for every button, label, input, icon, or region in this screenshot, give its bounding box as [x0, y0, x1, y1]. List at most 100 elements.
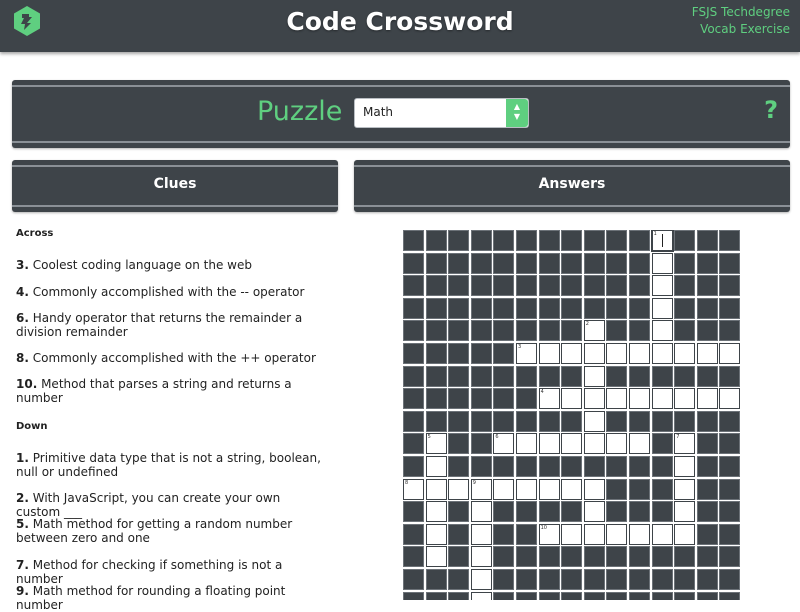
grid-cell-input[interactable]	[651, 388, 673, 410]
grid-cell-input[interactable]	[651, 320, 673, 342]
grid-cell-input[interactable]	[583, 365, 605, 387]
grid-cell-input[interactable]	[538, 343, 560, 364]
grid-cell-input[interactable]	[470, 546, 492, 568]
grid-cell-blocked	[561, 275, 583, 297]
grid-cell-input[interactable]	[425, 478, 447, 500]
grid-cell-input[interactable]	[583, 388, 605, 410]
grid-cell-input[interactable]: 7	[674, 433, 696, 455]
grid-cell-input[interactable]	[561, 388, 583, 410]
grid-cell-input[interactable]	[470, 501, 492, 523]
grid-cell-input[interactable]	[719, 343, 741, 364]
grid-cell-blocked	[696, 501, 718, 523]
grid-cell-input[interactable]	[606, 388, 628, 410]
grid-cell-blocked	[651, 365, 673, 387]
grid-cell-input[interactable]	[651, 297, 673, 319]
grid-cell-input[interactable]	[583, 343, 605, 364]
grid-cell-input[interactable]	[561, 523, 583, 545]
grid-cell-input[interactable]	[674, 456, 696, 477]
grid-cell-input[interactable]	[448, 478, 470, 500]
grid-cell-input[interactable]	[651, 523, 673, 545]
grid-cell-blocked	[629, 591, 650, 600]
grid-cell-input[interactable]: 8	[403, 478, 424, 500]
grid-cell-input[interactable]: 3	[516, 343, 537, 364]
tab-answers[interactable]: Answers	[354, 160, 790, 212]
grid-cell-input[interactable]	[696, 343, 718, 364]
grid-cell-input[interactable]	[561, 343, 583, 364]
grid-cell-blocked	[719, 478, 741, 500]
grid-cell-input[interactable]	[425, 456, 447, 477]
grid-cell-blocked	[493, 456, 515, 477]
grid-cell-blocked	[448, 591, 470, 600]
grid-cell-blocked	[538, 410, 560, 432]
grid-cell-input[interactable]	[629, 433, 650, 455]
grid-cell-input[interactable]	[583, 410, 605, 432]
course-name[interactable]: FSJS Techdegree	[692, 4, 790, 21]
grid-cell-input[interactable]	[425, 546, 447, 568]
grid-cell-input[interactable]: 4	[538, 388, 560, 410]
grid-cell-input[interactable]	[629, 388, 650, 410]
grid-cell-input[interactable]	[583, 523, 605, 545]
grid-cell-input[interactable]: 10	[538, 523, 560, 545]
grid-cell-input[interactable]	[674, 343, 696, 364]
grid-cell-input[interactable]	[651, 343, 673, 364]
grid-cell-input[interactable]	[470, 523, 492, 545]
grid-cell-input[interactable]	[674, 388, 696, 410]
clue-number: 4	[540, 389, 544, 396]
grid-cell-input[interactable]	[629, 523, 650, 545]
grid-cell-blocked	[674, 252, 696, 274]
grid-cell-blocked	[493, 569, 515, 590]
grid-cell-input[interactable]	[674, 501, 696, 523]
tab-clues[interactable]: Clues	[12, 160, 338, 212]
grid-cell-input[interactable]	[583, 433, 605, 455]
grid-cell-blocked	[606, 410, 628, 432]
grid-cell-input[interactable]	[606, 523, 628, 545]
select-arrows-icon[interactable]: ▲ ▼	[506, 99, 528, 127]
clue-across-10: 10. Method that parses a string and retu…	[16, 377, 292, 405]
grid-cell-input[interactable]	[674, 478, 696, 500]
grid-cell-blocked	[516, 546, 537, 568]
grid-cell-input[interactable]	[470, 569, 492, 590]
grid-cell-blocked	[629, 478, 650, 500]
grid-cell-input[interactable]	[493, 478, 515, 500]
grid-cell-input[interactable]	[561, 433, 583, 455]
grid-cell-input[interactable]	[470, 591, 492, 600]
grid-cell-input[interactable]	[538, 433, 560, 455]
puzzle-select[interactable]: Math ▲ ▼	[354, 98, 529, 128]
grid-cell-input[interactable]	[516, 478, 537, 500]
grid-cell-blocked	[696, 546, 718, 568]
exercise-name[interactable]: Vocab Exercise	[692, 21, 790, 38]
grid-cell-input[interactable]	[606, 433, 628, 455]
grid-cell-input[interactable]	[425, 501, 447, 523]
grid-cell-input[interactable]: 9	[470, 478, 492, 500]
grid-cell-input[interactable]: 2	[583, 320, 605, 342]
grid-cell-input[interactable]: 5	[425, 433, 447, 455]
grid-cell-input[interactable]	[561, 478, 583, 500]
grid-cell-blocked	[425, 569, 447, 590]
grid-cell-input[interactable]	[425, 523, 447, 545]
grid-cell-blocked	[448, 297, 470, 319]
grid-cell-blocked	[538, 456, 560, 477]
grid-cell-input[interactable]	[583, 478, 605, 500]
grid-cell-input[interactable]	[696, 388, 718, 410]
grid-cell-blocked	[674, 230, 696, 251]
help-icon[interactable]: ?	[764, 96, 778, 124]
grid-cell-input[interactable]	[719, 388, 741, 410]
grid-cell-blocked	[674, 410, 696, 432]
grid-cell-blocked	[719, 275, 741, 297]
grid-cell-blocked	[403, 252, 424, 274]
grid-cell-blocked	[425, 388, 447, 410]
grid-cell-input[interactable]	[674, 523, 696, 545]
grid-cell-input[interactable]	[583, 501, 605, 523]
grid-cell-input[interactable]	[629, 343, 650, 364]
grid-cell-input[interactable]	[651, 252, 673, 274]
grid-cell-input[interactable]: 1	[650, 230, 674, 252]
grid-cell-blocked	[629, 320, 650, 342]
grid-cell-input[interactable]	[606, 343, 628, 364]
grid-cell-input[interactable]	[651, 275, 673, 297]
grid-cell-input[interactable]: 6	[493, 433, 515, 455]
grid-cell-input[interactable]	[516, 433, 537, 455]
grid-cell-input[interactable]	[538, 478, 560, 500]
grid-cell-blocked	[719, 365, 741, 387]
grid-cell-blocked	[696, 569, 718, 590]
grid-cell-blocked	[561, 410, 583, 432]
